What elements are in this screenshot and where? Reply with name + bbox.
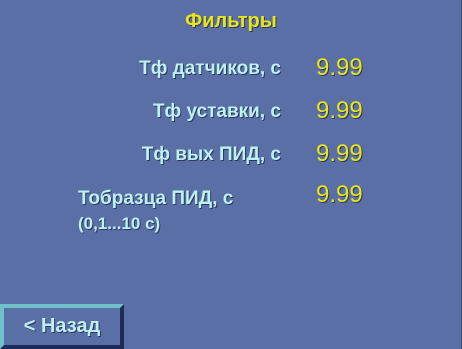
pid-output-filter-value[interactable]: 9.99 bbox=[316, 140, 363, 168]
pid-sample-time-range: (0,1...10 с) bbox=[78, 214, 161, 233]
setpoint-filter-label: Тф уставки, с bbox=[152, 101, 281, 122]
back-button[interactable]: < Назад bbox=[0, 304, 124, 349]
sensor-filter-label: Тф датчиков, с bbox=[139, 58, 281, 79]
screen-title: Фильтры bbox=[185, 10, 277, 32]
pid-output-filter-label: Тф вых ПИД, с bbox=[141, 144, 281, 165]
setpoint-filter-value[interactable]: 9.99 bbox=[316, 97, 363, 125]
pid-sample-time-label: Тобразца ПИД, с bbox=[78, 188, 234, 209]
pid-sample-time-value[interactable]: 9.99 bbox=[316, 181, 363, 209]
sensor-filter-value[interactable]: 9.99 bbox=[316, 54, 363, 82]
filters-screen: Фильтры Тф датчиков, с 9.99 Тф уставки, … bbox=[0, 0, 462, 349]
